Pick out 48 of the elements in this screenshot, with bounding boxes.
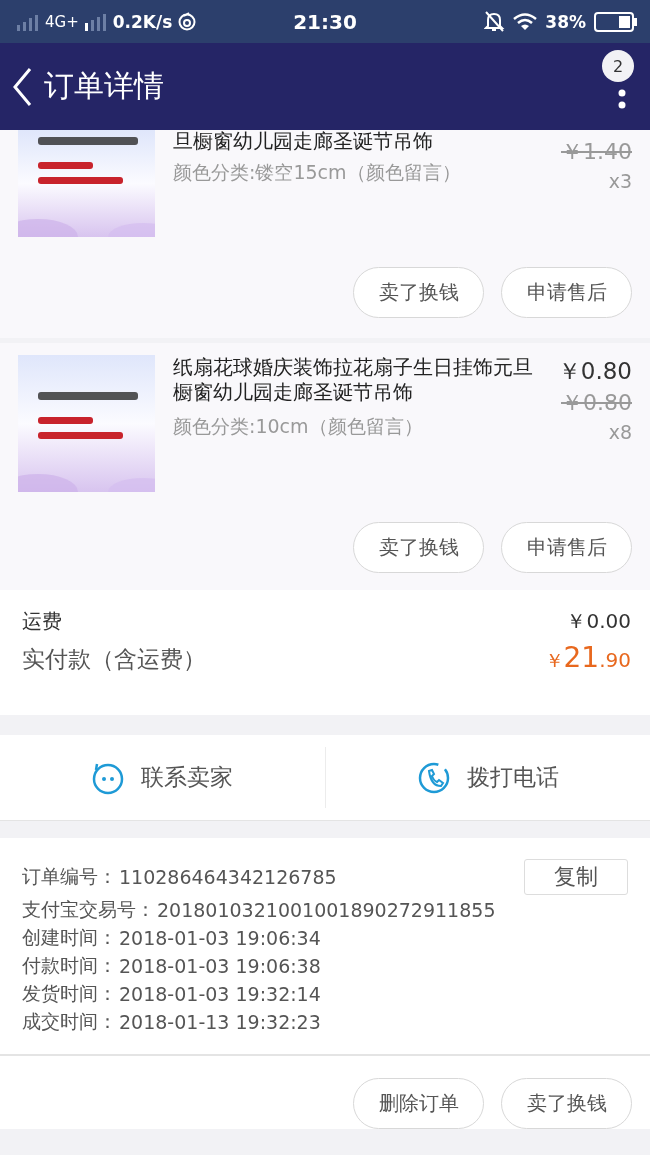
product-title: 旦橱窗幼儿园走廊圣诞节吊饰 [173, 130, 434, 152]
product-variant: 颜色分类:镂空15cm（颜色留言） [173, 160, 462, 185]
clock: 21:30 [293, 9, 357, 34]
info-value: 2018-01-13 19:32:23 [119, 1011, 322, 1033]
info-label: 支付宝交易号： [22, 897, 155, 922]
original-price: ￥1.40 [561, 138, 632, 166]
action-button[interactable]: 申请售后 [501, 267, 632, 318]
info-label: 付款时间： [22, 953, 117, 978]
product-variant: 颜色分类:10cm（颜色留言） [173, 414, 424, 439]
action-button[interactable]: 删除订单 [353, 1078, 484, 1129]
page-title: 订单详情 [44, 67, 165, 105]
network-type: 4G+ [45, 12, 79, 31]
phone-icon [416, 760, 451, 795]
swirl-icon [178, 12, 197, 31]
total-label: 实付款（含运费） [22, 645, 206, 674]
wifi-icon [513, 12, 538, 31]
info-label: 成交时间： [22, 1009, 117, 1034]
more-icon [618, 88, 626, 109]
bell-off-icon [484, 11, 506, 32]
total-amount: ￥21.90 [544, 641, 631, 674]
shipping-label: 运费 [22, 608, 62, 635]
original-price: ￥0.80 [561, 389, 632, 417]
info-value: 2018-01-03 19:06:34 [119, 927, 322, 949]
back-button[interactable] [12, 66, 32, 107]
info-label: 订单编号： [22, 864, 117, 889]
info-label: 创建时间： [22, 925, 117, 950]
action-button[interactable]: 卖了换钱 [501, 1078, 632, 1129]
action-button[interactable]: 卖了换钱 [353, 522, 484, 573]
signal-icon [17, 12, 39, 31]
notification-badge: 2 [602, 50, 634, 82]
info-value: 2018010321001001890272911855 [157, 899, 497, 921]
copy-button[interactable]: 复制 [524, 859, 628, 895]
network-speed: 0.2K/s [112, 11, 173, 32]
action-button[interactable]: 卖了换钱 [353, 267, 484, 318]
info-value: 110286464342126785 [119, 866, 338, 888]
info-value: 2018-01-03 19:32:14 [119, 983, 322, 1005]
battery-percent: 38% [545, 11, 586, 32]
info-value: 2018-01-03 19:06:38 [119, 955, 322, 977]
battery-icon [594, 11, 638, 32]
signal-icon [84, 12, 107, 31]
quantity: x3 [608, 169, 632, 194]
quantity: x8 [608, 420, 632, 445]
shipping-fee: ￥0.00 [566, 608, 631, 635]
info-label: 发货时间： [22, 981, 117, 1006]
price: ￥0.80 [557, 357, 632, 386]
action-button[interactable]: 申请售后 [501, 522, 632, 573]
back-icon [12, 66, 32, 107]
product-title: 纸扇花球婚庆装饰拉花扇子生日挂饰元旦橱窗幼儿园走廊圣诞节吊饰 [173, 355, 534, 405]
